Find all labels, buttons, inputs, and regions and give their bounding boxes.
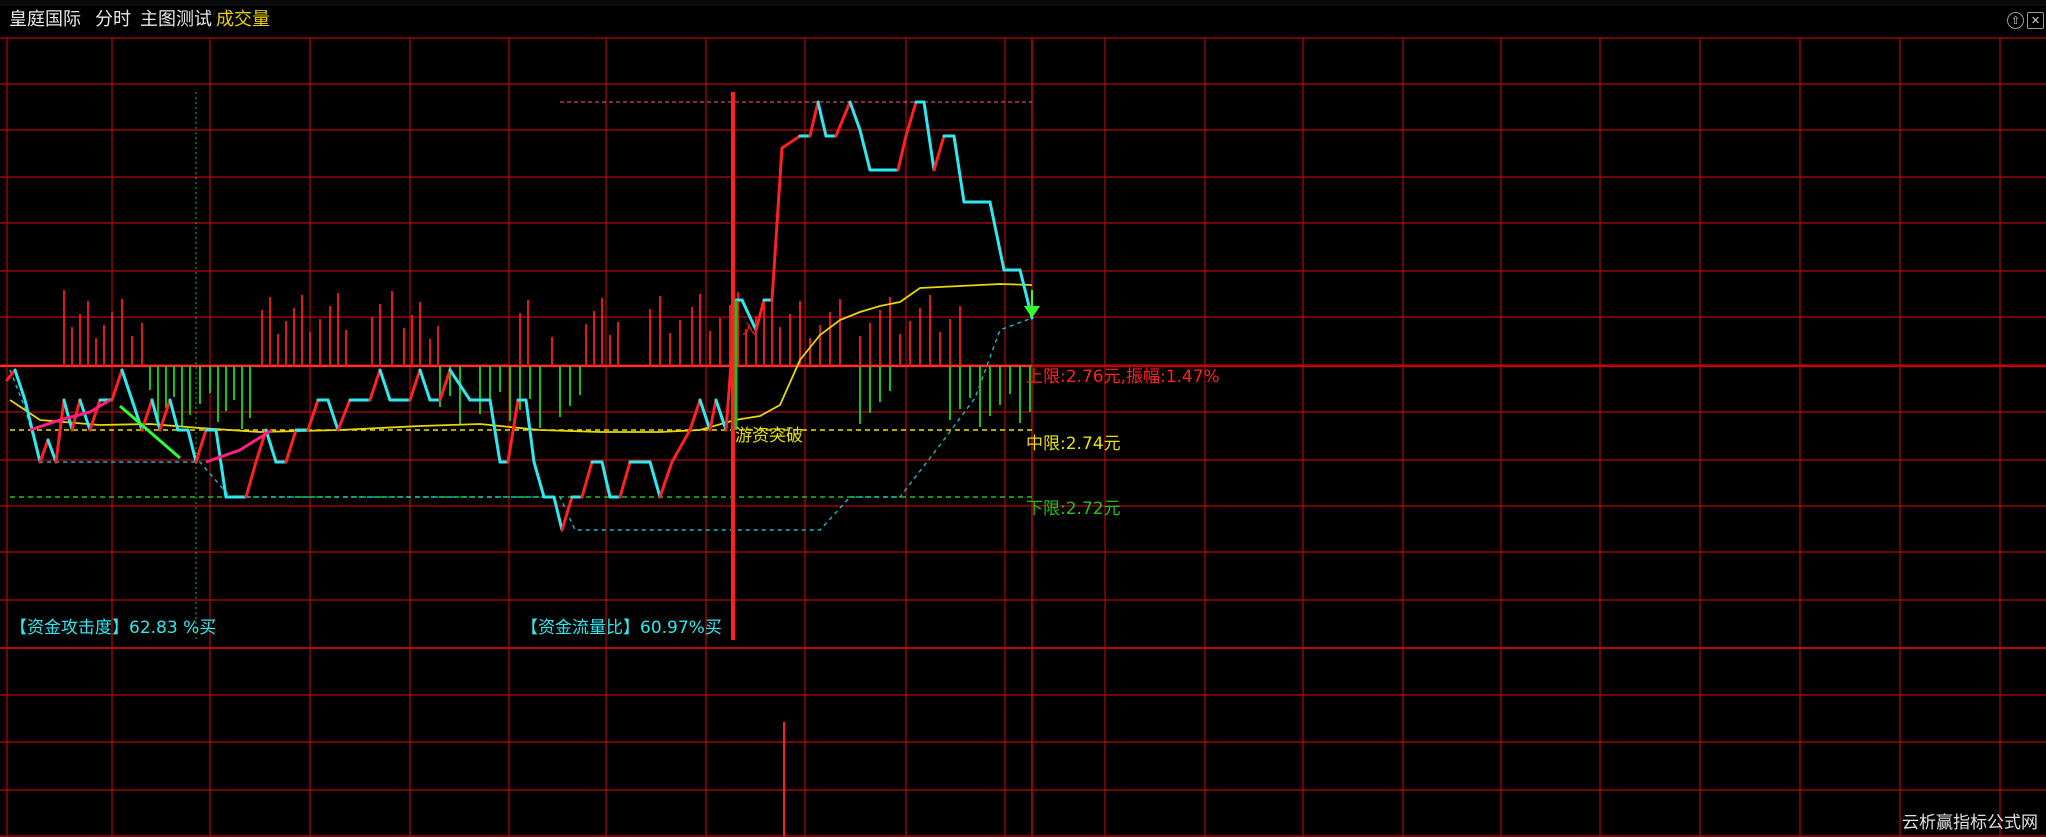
price-segment [932,134,946,172]
price-segment [988,200,1006,272]
green-trend-line [119,404,181,460]
price-segment [754,298,766,332]
price-segment [46,438,58,464]
price-segment [580,460,594,499]
watermark-text: 云析赢指标公式网 [1902,813,2038,833]
price-segment [186,428,198,464]
price-segment [120,368,134,402]
lower-limit-label: 下限:2.72元 [1026,499,1121,519]
signal-bars [63,290,1031,429]
price-segment [816,100,828,138]
price-segment [194,428,208,464]
price-segment [780,134,802,150]
price-segment [524,398,536,464]
chart-grid [0,37,2046,837]
price-segment [670,428,692,464]
price-segment [834,100,852,138]
price-segment [808,100,820,138]
price-segment [658,460,674,499]
price-segment [688,398,702,432]
price-segment [38,438,50,464]
price-segment [922,100,936,172]
capital-flow-metric: 【资金流量比】60.97%买 [521,618,722,638]
price-segment [62,398,74,432]
price-channels [0,101,1033,531]
price-segment [438,368,452,402]
price-segment [952,134,966,204]
price-segment [378,368,392,402]
price-segment [336,398,352,432]
price-segment [698,398,712,432]
price-segment [896,134,908,172]
price-segment [532,460,546,499]
price-segment [264,428,278,464]
price-segment [54,398,66,464]
price-segment [418,368,432,402]
breakout-signal-label: 游资突破 [735,426,803,446]
intraday-chart-window: 皇庭国际 分时 主图测试 成交量 ⇧ ✕ 上限:2.76元,振幅:1.47% 中… [0,0,2046,837]
price-segment [284,428,298,464]
price-segment [552,495,564,532]
price-segment [23,398,42,464]
price-segment [110,368,124,402]
price-chart-canvas[interactable] [0,0,2046,837]
price-segment [488,398,502,464]
price-segment [904,100,918,138]
price-segment [326,398,340,432]
price-segment [408,368,422,402]
capital-attack-metric: 【资金攻击度】62.83 %买 [10,618,217,638]
price-segment [368,368,382,402]
price-segment [244,460,258,499]
middle-limit-label: 中限:2.74元 [1026,434,1121,454]
price-segment [618,460,632,499]
price-segment [770,146,784,302]
upper-limit-label: 上限:2.76元,振幅:1.47% [1026,367,1220,387]
price-segment [648,460,662,499]
price-segment [848,100,862,132]
entry-signal-label: 入 [742,322,756,338]
price-segment [858,128,872,172]
price-segment [560,495,574,532]
